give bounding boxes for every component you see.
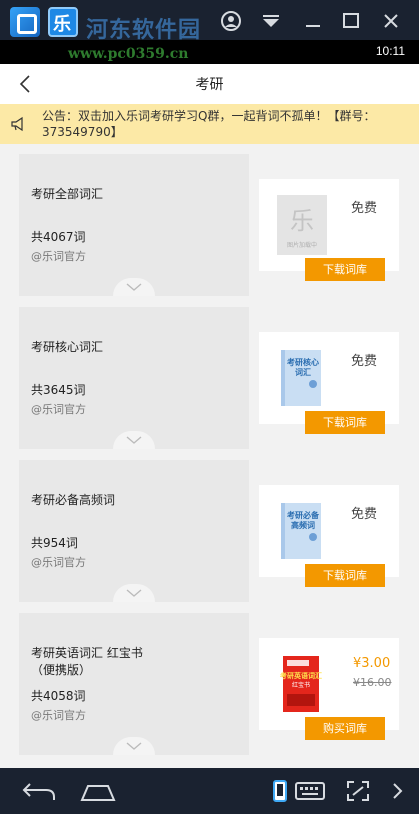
svg-text:词汇: 词汇: [295, 367, 311, 377]
chevron-down-icon: [126, 283, 142, 291]
notice-banner[interactable]: 公告：双击加入乐词考研学习Q群，一起背词不孤单！【群号：373549790】: [0, 104, 419, 144]
home-nav-icon[interactable]: [78, 778, 118, 804]
wordbook-owner: @乐词官方: [31, 250, 86, 263]
buy-button[interactable]: 购买词库: [305, 717, 385, 740]
wordbook-title: 考研核心词汇: [31, 340, 104, 354]
wordbook-owner: @乐词官方: [31, 403, 86, 416]
account-icon[interactable]: [220, 10, 242, 32]
page-title: 考研: [195, 77, 224, 93]
wordbook-owner: @乐词官方: [31, 556, 86, 569]
status-bar: 10:11: [0, 40, 419, 64]
back-nav-icon[interactable]: [20, 778, 60, 804]
watermark-url: www.pc0359.cn: [68, 46, 189, 62]
wordbook-owner: @乐词官方: [31, 709, 86, 722]
wordbook-info[interactable]: 考研核心词汇 共3645词 @乐词官方: [19, 307, 249, 449]
price-label: 免费: [351, 507, 378, 522]
svg-text:红宝书: 红宝书: [292, 681, 310, 689]
close-icon[interactable]: [380, 10, 402, 32]
leci-app-icon[interactable]: [48, 7, 78, 37]
emulator-home-icon[interactable]: [10, 7, 40, 37]
price-label: 免费: [351, 201, 378, 216]
original-price: ¥16.00: [353, 676, 392, 689]
wordbook-info[interactable]: 考研英语词汇 红宝书（便携版） 共4058词 @乐词官方: [19, 613, 249, 755]
download-button[interactable]: 下载词库: [305, 411, 385, 434]
wordbook-title: 考研全部词汇: [31, 187, 104, 201]
status-time: 10:11: [375, 44, 405, 58]
download-button[interactable]: 下载词库: [305, 258, 385, 281]
expand-toggle[interactable]: [113, 584, 155, 602]
wordbook-purchase-panel: 考研英语词汇 红宝书 ¥3.00 ¥16.00 购买词库: [259, 638, 399, 740]
dropdown-menu-icon[interactable]: [260, 10, 282, 32]
wordbook-card: 考研必备高频词 共954词 @乐词官方 考研必备 高频词 免费 下载词库: [0, 450, 419, 603]
cover-caption: 图片加载中: [287, 241, 317, 249]
word-count: 共3645词: [31, 383, 86, 397]
expand-toggle[interactable]: [113, 431, 155, 449]
price-label: 免费: [351, 354, 378, 369]
maximize-icon[interactable]: [340, 10, 362, 32]
app-header: 考研: [0, 64, 419, 104]
wordbook-title: 考研必备高频词: [31, 493, 116, 507]
minimize-icon[interactable]: [302, 10, 324, 32]
red-book-cover-icon: 考研英语词汇 红宝书: [277, 654, 327, 714]
svg-text:考研必备: 考研必备: [287, 510, 320, 520]
emulator-bottom-bar: [0, 768, 419, 814]
chevron-down-icon: [126, 742, 142, 750]
price-label: ¥3.00: [353, 656, 391, 671]
keyboard-icon[interactable]: [294, 778, 326, 804]
blue-book-cover-icon: 考研必备 高频词: [277, 501, 327, 561]
svg-text:乐: 乐: [290, 207, 314, 235]
word-count: 共954词: [31, 536, 78, 550]
wordbook-purchase-panel: 乐 图片加载中 免费 下载词库: [259, 179, 399, 281]
wordbook-purchase-panel: 考研必备 高频词 免费 下载词库: [259, 485, 399, 587]
emulator-top-bar: 河东软件园: [0, 0, 419, 43]
chevron-down-icon: [126, 436, 142, 444]
blue-book-cover-icon: 考研核心 词汇: [277, 348, 327, 408]
word-count: 共4058词: [31, 689, 86, 703]
megaphone-icon: [10, 116, 26, 132]
svg-text:考研核心: 考研核心: [287, 357, 319, 367]
chevron-right-icon[interactable]: [390, 778, 406, 804]
phone-rotate-icon[interactable]: [270, 778, 290, 804]
chevron-down-icon: [126, 589, 142, 597]
word-count: 共4067词: [31, 230, 86, 244]
wordbook-purchase-panel: 考研核心 词汇 免费 下载词库: [259, 332, 399, 434]
wordbook-card: 考研英语词汇 红宝书（便携版） 共4058词 @乐词官方 考研英语词汇 红宝书 …: [0, 603, 419, 756]
wordbook-card: 考研核心词汇 共3645词 @乐词官方 考研核心 词汇 免费 下载词库: [0, 297, 419, 450]
notice-text: 公告：双击加入乐词考研学习Q群，一起背词不孤单！【群号：373549790】: [42, 109, 376, 139]
wordbook-card: 考研全部词汇 共4067词 @乐词官方 乐 图片加载中 免费 下载词库: [0, 144, 419, 297]
wordbook-list: 考研全部词汇 共4067词 @乐词官方 乐 图片加载中 免费 下载词库 考研核心…: [0, 144, 419, 768]
fullscreen-icon[interactable]: [344, 778, 372, 804]
expand-toggle[interactable]: [113, 278, 155, 296]
expand-toggle[interactable]: [113, 737, 155, 755]
download-button[interactable]: 下载词库: [305, 564, 385, 587]
wordbook-title: 考研英语词汇 红宝书（便携版）: [31, 646, 143, 677]
wordbook-info[interactable]: 考研全部词汇 共4067词 @乐词官方: [19, 154, 249, 296]
placeholder-cover-icon: 乐 图片加载中: [277, 195, 327, 255]
svg-text:考研英语词汇: 考研英语词汇: [280, 671, 322, 680]
svg-text:高频词: 高频词: [291, 520, 315, 530]
wordbook-info[interactable]: 考研必备高频词 共954词 @乐词官方: [19, 460, 249, 602]
